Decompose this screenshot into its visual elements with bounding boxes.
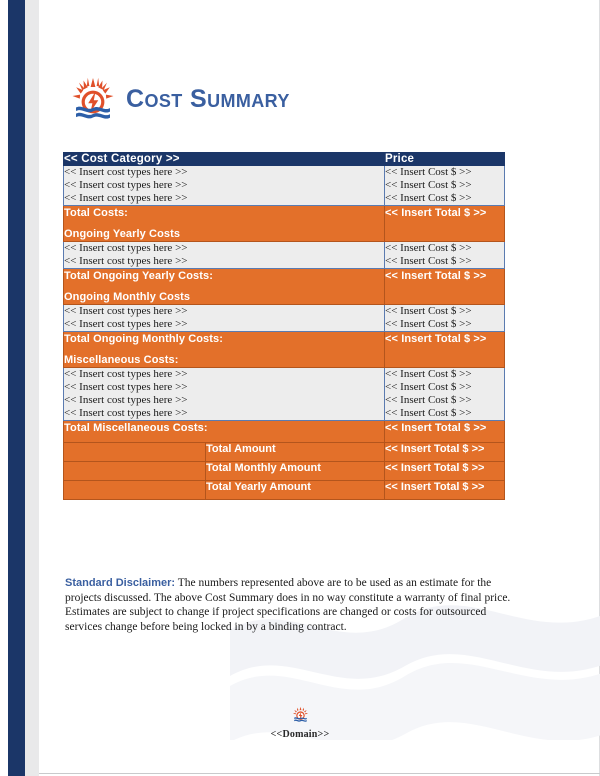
table-total-row: Total Ongoing Yearly Costs: Ongoing Mont…	[63, 268, 505, 305]
detail-text[interactable]: << Insert cost types here >>	[64, 394, 384, 407]
bottom-page-rule	[39, 773, 600, 774]
detail-category-cell: << Insert cost types here >> << Insert c…	[63, 304, 385, 332]
table-total-row: Total Miscellaneous Costs: << Insert Tot…	[63, 420, 505, 443]
detail-text[interactable]: << Insert cost types here >>	[64, 166, 384, 179]
total-price-cell: << Insert Total $ >>	[384, 420, 505, 443]
total-label-cell: Total Costs: Ongoing Yearly Costs	[63, 205, 385, 242]
summary-label: Total Monthly Amount	[205, 461, 385, 481]
detail-text[interactable]: << Insert cost types here >>	[64, 368, 384, 381]
total-spacer	[64, 346, 384, 353]
total-price-text[interactable]: << Insert Total $ >>	[385, 269, 504, 283]
document-footer: <<Domain>>	[0, 706, 600, 740]
table-total-row: Total Costs: Ongoing Yearly Costs << Ins…	[63, 205, 505, 242]
detail-price-cell: << Insert Cost $ >> << Insert Cost $ >> …	[384, 165, 505, 206]
detail-text[interactable]: << Insert cost types here >>	[64, 381, 384, 394]
detail-price-text[interactable]: << Insert Cost $ >>	[385, 166, 504, 179]
summary-row: Total Amount << Insert Total $ >>	[63, 442, 505, 462]
total-sublabel: Miscellaneous Costs:	[64, 354, 179, 366]
detail-price-text[interactable]: << Insert Cost $ >>	[385, 305, 504, 318]
summary-blank-cell	[63, 461, 206, 481]
total-price-text[interactable]: << Insert Total $ >>	[385, 332, 504, 346]
summary-row: Total Monthly Amount << Insert Total $ >…	[63, 461, 505, 481]
total-spacer	[64, 435, 384, 442]
detail-price-cell: << Insert Cost $ >> << Insert Cost $ >> …	[384, 367, 505, 421]
detail-price-cell: << Insert Cost $ >> << Insert Cost $ >>	[384, 304, 505, 332]
detail-price-text[interactable]: << Insert Cost $ >>	[385, 318, 504, 331]
detail-price-text[interactable]: << Insert Cost $ >>	[385, 242, 504, 255]
detail-price-text[interactable]: << Insert Cost $ >>	[385, 179, 504, 192]
detail-price-text[interactable]: << Insert Cost $ >>	[385, 381, 504, 394]
total-label: Total Ongoing Monthly Costs:	[64, 333, 224, 345]
detail-price-text[interactable]: << Insert Cost $ >>	[385, 255, 504, 268]
detail-text[interactable]: << Insert cost types here >>	[64, 305, 384, 318]
disclaimer-paragraph: Standard Disclaimer: The numbers represe…	[65, 576, 517, 634]
detail-text[interactable]: << Insert cost types here >>	[64, 242, 384, 255]
detail-text[interactable]: << Insert cost types here >>	[64, 192, 384, 205]
detail-price-text[interactable]: << Insert Cost $ >>	[385, 368, 504, 381]
detail-text[interactable]: << Insert cost types here >>	[64, 179, 384, 192]
detail-text[interactable]: << Insert cost types here >>	[64, 255, 384, 268]
total-label: Total Costs:	[64, 207, 128, 219]
sun-wave-bolt-logo-icon	[72, 77, 114, 119]
detail-text[interactable]: << Insert cost types here >>	[64, 318, 384, 331]
detail-price-cell: << Insert Cost $ >> << Insert Cost $ >>	[384, 241, 505, 269]
document-header: Cost Summary	[70, 76, 290, 122]
summary-price[interactable]: << Insert Total $ >>	[384, 480, 505, 500]
total-label: Total Ongoing Yearly Costs:	[64, 270, 213, 282]
column-header-category: << Cost Category >>	[63, 152, 385, 166]
table-row: << Insert cost types here >> << Insert c…	[63, 165, 505, 206]
total-label-cell: Total Ongoing Monthly Costs: Miscellaneo…	[63, 331, 385, 368]
column-header-price: Price	[384, 152, 505, 166]
table-row: << Insert cost types here >> << Insert c…	[63, 367, 505, 421]
total-label-cell: Total Ongoing Yearly Costs: Ongoing Mont…	[63, 268, 385, 305]
cost-summary-table: << Cost Category >> Price << Insert cost…	[63, 152, 505, 500]
page-title: Cost Summary	[126, 84, 290, 113]
footer-sun-wave-bolt-logo-icon	[292, 706, 308, 722]
summary-price[interactable]: << Insert Total $ >>	[384, 442, 505, 462]
detail-category-cell: << Insert cost types here >> << Insert c…	[63, 241, 385, 269]
total-price-cell: << Insert Total $ >>	[384, 331, 505, 368]
total-price-text[interactable]: << Insert Total $ >>	[385, 206, 504, 220]
total-sublabel: Ongoing Monthly Costs	[64, 291, 191, 303]
total-label-cell: Total Miscellaneous Costs:	[63, 420, 385, 443]
summary-row: Total Yearly Amount << Insert Total $ >>	[63, 480, 505, 500]
detail-text[interactable]: << Insert cost types here >>	[64, 407, 384, 420]
total-spacer	[64, 220, 384, 227]
summary-price[interactable]: << Insert Total $ >>	[384, 461, 505, 481]
total-price-cell: << Insert Total $ >>	[384, 268, 505, 305]
detail-price-text[interactable]: << Insert Cost $ >>	[385, 192, 504, 205]
table-row: << Insert cost types here >> << Insert c…	[63, 241, 505, 269]
total-label: Total Miscellaneous Costs:	[64, 422, 208, 434]
detail-price-text[interactable]: << Insert Cost $ >>	[385, 394, 504, 407]
document-page: Cost Summary << Cost Category >> Price <…	[0, 0, 600, 776]
total-sublabel: Ongoing Yearly Costs	[64, 228, 181, 240]
disclaimer-label: Standard Disclaimer:	[65, 577, 176, 589]
left-gray-accent-bar	[25, 0, 39, 776]
total-spacer	[64, 283, 384, 290]
summary-blank-cell	[63, 442, 206, 462]
total-price-cell: << Insert Total $ >>	[384, 205, 505, 242]
summary-blank-cell	[63, 480, 206, 500]
total-price-text[interactable]: << Insert Total $ >>	[385, 421, 504, 435]
detail-category-cell: << Insert cost types here >> << Insert c…	[63, 367, 385, 421]
footer-domain-text: <<Domain>>	[270, 729, 330, 740]
table-row: << Insert cost types here >> << Insert c…	[63, 304, 505, 332]
table-header-row: << Cost Category >> Price	[63, 152, 505, 166]
left-navy-accent-bar	[8, 0, 25, 776]
summary-label: Total Yearly Amount	[205, 480, 385, 500]
detail-category-cell: << Insert cost types here >> << Insert c…	[63, 165, 385, 206]
table-total-row: Total Ongoing Monthly Costs: Miscellaneo…	[63, 331, 505, 368]
summary-label: Total Amount	[205, 442, 385, 462]
detail-price-text[interactable]: << Insert Cost $ >>	[385, 407, 504, 420]
